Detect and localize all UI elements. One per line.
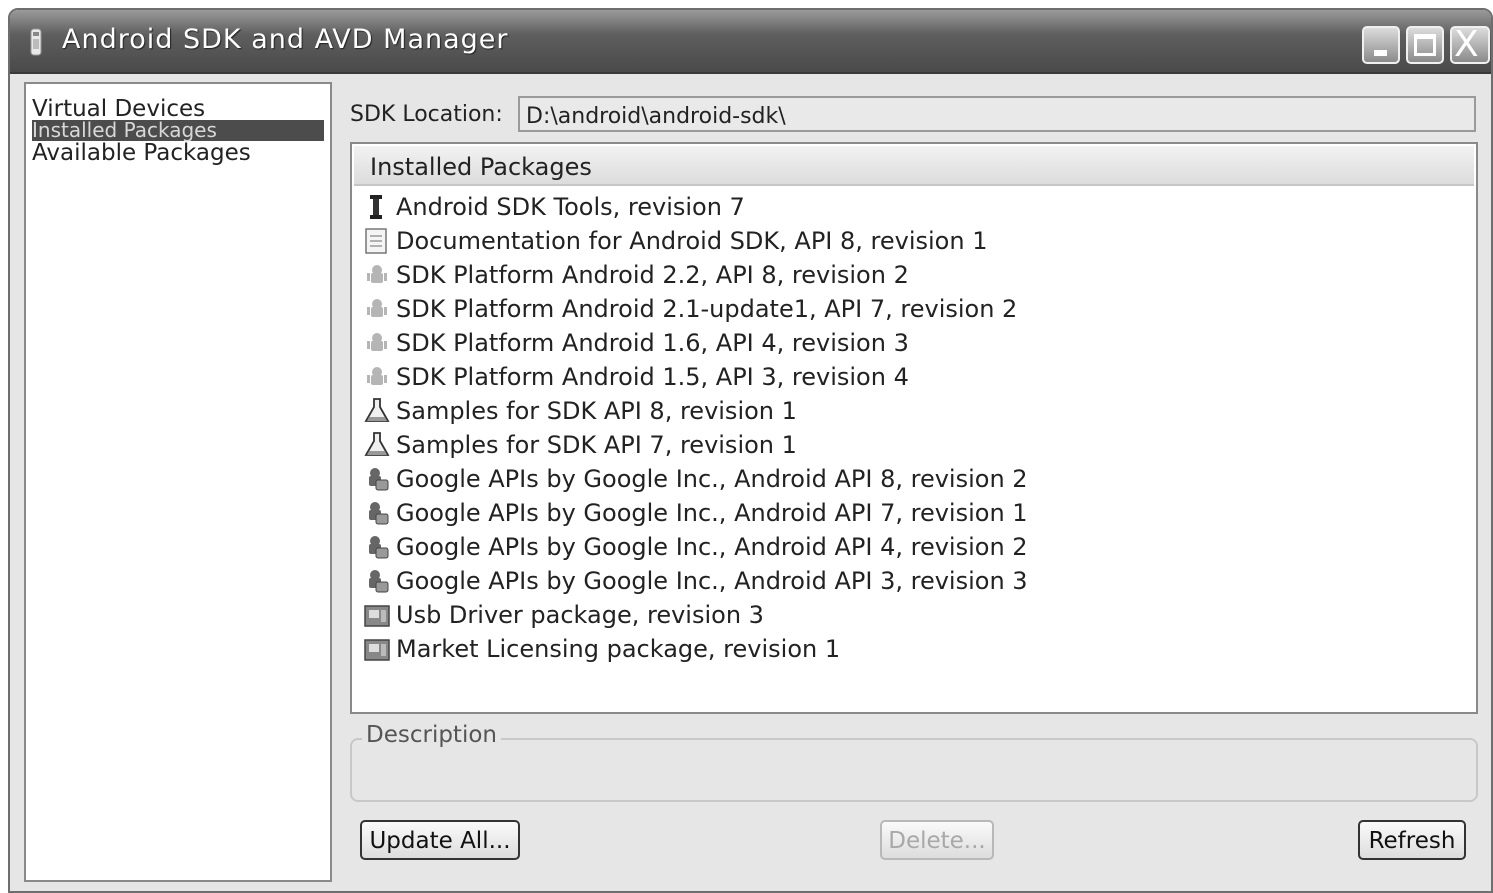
refresh-button[interactable]: Refresh: [1358, 820, 1466, 860]
packages-column-header[interactable]: Installed Packages: [354, 146, 1474, 186]
google-addon-icon: [369, 570, 389, 593]
installed-packages-list[interactable]: Installed Packages Android SDK Tools, re…: [350, 142, 1478, 714]
list-item[interactable]: Android SDK Tools, revision 7: [362, 192, 745, 226]
android-icon: [30, 28, 42, 56]
android-platform-icon: [367, 367, 387, 385]
list-item[interactable]: Market Licensing package, revision 1: [362, 634, 840, 668]
description-panel: [350, 738, 1478, 802]
document-icon: [365, 228, 387, 254]
minimize-icon: [1374, 50, 1387, 56]
list-item[interactable]: SDK Platform Android 1.6, API 4, revisio…: [362, 328, 909, 362]
sidebar-item-installed-packages[interactable]: Installed Packages: [32, 120, 324, 141]
google-addon-icon: [369, 536, 389, 559]
close-button[interactable]: X: [1450, 24, 1490, 65]
sdk-location-field[interactable]: D:\android\android-sdk\: [518, 96, 1476, 132]
list-item[interactable]: Samples for SDK API 7, revision 1: [362, 430, 797, 464]
list-item[interactable]: SDK Platform Android 2.2, API 8, revisio…: [362, 260, 909, 294]
update-all-button[interactable]: Update All...: [360, 820, 520, 860]
sdk-location-label: SDK Location:: [350, 102, 503, 127]
android-platform-icon: [367, 333, 387, 351]
list-item[interactable]: Google APIs by Google Inc., Android API …: [362, 532, 1028, 566]
google-addon-icon: [369, 468, 389, 491]
maximize-icon: [1414, 34, 1436, 56]
close-icon: X: [1454, 24, 1479, 65]
sidebar: Virtual Devices Installed Packages Avail…: [24, 82, 332, 882]
android-platform-icon: [367, 299, 387, 317]
delete-button[interactable]: Delete...: [880, 820, 994, 860]
flask-icon: [364, 432, 390, 456]
list-item[interactable]: Google APIs by Google Inc., Android API …: [362, 464, 1028, 498]
maximize-button[interactable]: [1406, 26, 1444, 64]
tools-icon: [370, 195, 382, 219]
description-legend: Description: [362, 722, 501, 748]
title-bar[interactable]: Android SDK and AVD Manager X: [10, 10, 1491, 74]
list-item[interactable]: Documentation for Android SDK, API 8, re…: [362, 226, 987, 260]
window-title: Android SDK and AVD Manager: [62, 24, 509, 55]
google-addon-icon: [369, 502, 389, 525]
list-item[interactable]: Google APIs by Google Inc., Android API …: [362, 566, 1028, 600]
sidebar-item-available-packages[interactable]: Available Packages: [32, 142, 324, 165]
minimize-button[interactable]: [1362, 26, 1400, 64]
package-icon: [364, 605, 390, 627]
sdk-manager-window: Android SDK and AVD Manager X Virtual De…: [8, 8, 1493, 893]
list-item[interactable]: Usb Driver package, revision 3: [362, 600, 764, 634]
list-item[interactable]: Google APIs by Google Inc., Android API …: [362, 498, 1028, 532]
android-platform-icon: [367, 265, 387, 283]
flask-icon: [364, 398, 390, 422]
list-item[interactable]: SDK Platform Android 1.5, API 3, revisio…: [362, 362, 909, 396]
list-item[interactable]: SDK Platform Android 2.1-update1, API 7,…: [362, 294, 1017, 328]
package-icon: [364, 639, 390, 661]
list-item[interactable]: Samples for SDK API 8, revision 1: [362, 396, 797, 430]
